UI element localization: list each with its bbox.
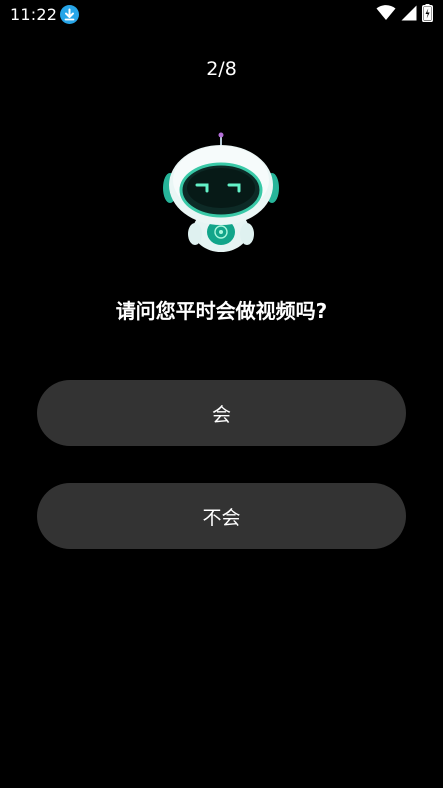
option-no-button[interactable]: 不会 bbox=[37, 483, 406, 549]
question-progress: 2/8 bbox=[206, 58, 237, 80]
status-time: 11:22 bbox=[10, 5, 58, 24]
question-text: 请问您平时会做视频吗? bbox=[115, 299, 328, 323]
option-yes-button[interactable]: 会 bbox=[37, 380, 406, 446]
status-icons bbox=[371, 4, 433, 26]
option-no-label: 不会 bbox=[202, 506, 241, 529]
download-icon bbox=[60, 5, 79, 24]
option-yes-label: 会 bbox=[211, 403, 231, 426]
status-bar: 11:22 bbox=[0, 0, 443, 30]
signal-icon bbox=[401, 5, 417, 25]
wifi-icon bbox=[376, 5, 396, 25]
robot-mascot-icon bbox=[161, 130, 281, 256]
battery-charging-icon bbox=[422, 4, 433, 26]
